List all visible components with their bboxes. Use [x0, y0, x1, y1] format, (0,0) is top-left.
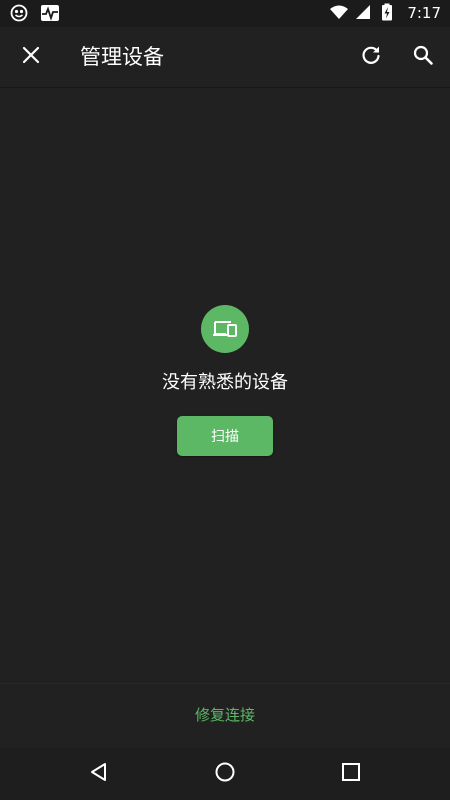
scan-button[interactable]: 扫描: [177, 416, 273, 456]
search-icon: [412, 44, 434, 70]
home-button[interactable]: [210, 759, 240, 789]
status-bar-left: [10, 4, 60, 24]
footer-divider: [0, 683, 450, 684]
app-bar: 管理设备: [0, 27, 450, 87]
navigation-bar: [0, 748, 450, 800]
close-button[interactable]: [10, 36, 52, 78]
search-button[interactable]: [402, 36, 444, 78]
home-icon: [214, 761, 236, 787]
refresh-button[interactable]: [350, 36, 392, 78]
status-bar: 7:17: [0, 0, 450, 27]
recents-button[interactable]: [336, 759, 366, 789]
wifi-icon: [329, 3, 349, 23]
devices-icon: [201, 305, 249, 353]
repair-connection-link[interactable]: 修复连接: [0, 700, 450, 730]
battery-icon: [381, 3, 401, 23]
empty-message: 没有熟悉的设备: [162, 372, 288, 393]
activity-pulse-icon: [40, 4, 60, 24]
empty-state: 没有熟悉的设备 扫描: [0, 305, 450, 456]
back-icon: [88, 761, 110, 787]
close-icon: [22, 46, 40, 68]
status-bar-right: 7:17: [329, 3, 441, 23]
screen: 7:17 管理设备 没有熟悉的设备 扫描 修复连接: [0, 0, 450, 800]
page-title: 管理设备: [80, 45, 164, 69]
back-button[interactable]: [84, 759, 114, 789]
app-notification-icon: [10, 4, 30, 24]
status-time: 7:17: [407, 4, 441, 22]
signal-icon: [355, 3, 375, 23]
recents-icon: [340, 761, 362, 787]
refresh-icon: [360, 44, 382, 70]
